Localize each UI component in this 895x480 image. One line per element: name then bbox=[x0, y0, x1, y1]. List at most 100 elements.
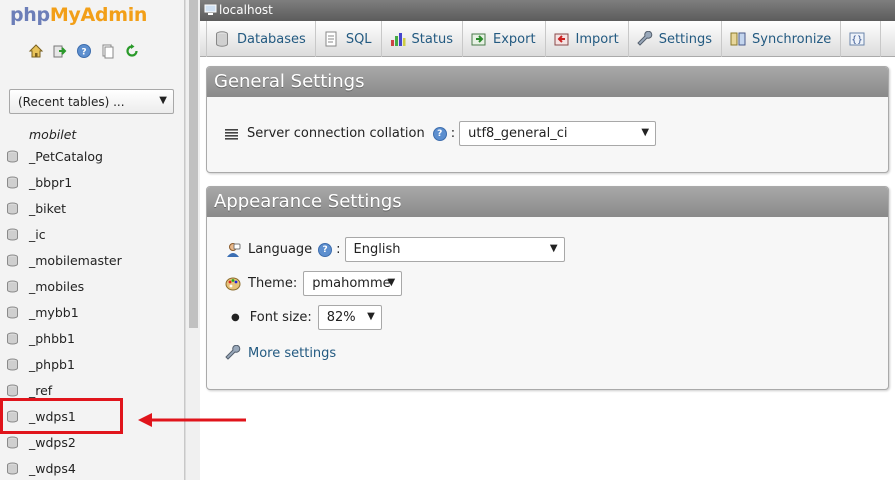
annotation-arrow bbox=[138, 413, 246, 427]
chevron-down-icon: ▼ bbox=[387, 277, 396, 288]
font-size-select[interactable]: 82% ▼ bbox=[317, 305, 382, 330]
chevron-down-icon: ▼ bbox=[367, 311, 375, 322]
chevron-down-icon: ▼ bbox=[549, 243, 558, 254]
tab-databases[interactable]: Databases bbox=[206, 21, 316, 57]
database-item[interactable]: _bbpr1 bbox=[0, 169, 180, 195]
database-icon[interactable] bbox=[6, 436, 19, 449]
breadcrumb: localhost bbox=[200, 0, 895, 21]
database-item[interactable]: _phpb1 bbox=[0, 351, 180, 377]
navigation-panel: phpMyAdmin ? (Recent tables) ... ▼ mobil… bbox=[0, 0, 185, 480]
export-icon bbox=[471, 31, 487, 47]
database-name[interactable]: _phpb1 bbox=[29, 357, 75, 372]
appearance-settings-title: Appearance Settings bbox=[207, 187, 888, 217]
theme-select[interactable]: pmahomme ▼ bbox=[303, 271, 403, 296]
scroll-thumb[interactable] bbox=[189, 0, 198, 328]
main-tabs: Databases SQL Status Export Import Settings Sy… bbox=[200, 21, 895, 57]
font-size-label: Font size: bbox=[249, 310, 312, 325]
database-name[interactable]: _mobiles bbox=[29, 279, 84, 294]
database-item[interactable]: _phbb1 bbox=[0, 325, 180, 351]
database-icon[interactable] bbox=[6, 228, 19, 241]
database-name[interactable]: _bbpr1 bbox=[29, 175, 72, 190]
general-settings-panel: General Settings Server connection colla… bbox=[206, 66, 889, 173]
database-icon[interactable] bbox=[6, 150, 19, 163]
database-icon[interactable] bbox=[6, 176, 19, 189]
database-item[interactable]: _ic bbox=[0, 221, 180, 247]
database-item[interactable]: _PetCatalog bbox=[0, 143, 180, 169]
help-icon[interactable]: ? bbox=[432, 126, 447, 141]
collation-label: Server connection collation bbox=[247, 126, 425, 141]
database-icon[interactable] bbox=[6, 280, 19, 293]
svg-text:?: ? bbox=[81, 48, 86, 58]
database-icon[interactable] bbox=[6, 462, 19, 475]
database-name[interactable]: _mybb1 bbox=[29, 305, 79, 320]
sql-icon bbox=[324, 31, 340, 47]
database-name[interactable]: _wdps1 bbox=[29, 409, 76, 424]
database-name[interactable]: _ic bbox=[29, 227, 46, 242]
sync-icon bbox=[730, 31, 746, 47]
chevron-down-icon: ▼ bbox=[641, 127, 650, 138]
database-item[interactable]: _mobilemaster bbox=[0, 247, 180, 273]
variables-icon: {} bbox=[849, 31, 865, 47]
list-icon bbox=[225, 128, 238, 140]
database-name[interactable]: _phbb1 bbox=[29, 331, 75, 346]
palette-icon bbox=[225, 276, 241, 292]
home-icon[interactable] bbox=[28, 43, 44, 59]
database-item[interactable]: _mobiles bbox=[0, 273, 180, 299]
database-name[interactable]: _ref bbox=[29, 383, 52, 398]
database-item[interactable]: _wdps4 bbox=[0, 455, 180, 480]
quick-links: ? bbox=[28, 43, 140, 59]
tab-settings[interactable]: Settings bbox=[629, 21, 723, 57]
server-link[interactable]: localhost bbox=[219, 3, 273, 17]
phpmyadmin-logo[interactable]: phpMyAdmin bbox=[10, 4, 147, 26]
database-item[interactable]: _wdps2 bbox=[0, 429, 180, 455]
database-name[interactable]: _biket bbox=[29, 201, 66, 216]
database-name[interactable]: _PetCatalog bbox=[29, 149, 103, 164]
nav-scrollbar[interactable] bbox=[185, 0, 200, 480]
recent-tables-select[interactable]: (Recent tables) ... ▼ bbox=[9, 89, 174, 114]
database-item[interactable]: _ref bbox=[0, 377, 180, 403]
database-icon[interactable] bbox=[6, 254, 19, 267]
database-icon bbox=[215, 31, 231, 47]
language-select[interactable]: English ▼ bbox=[344, 237, 565, 262]
exit-icon[interactable] bbox=[52, 43, 68, 59]
database-item[interactable]: _biket bbox=[0, 195, 180, 221]
database-icon[interactable] bbox=[6, 384, 19, 397]
docs-icon[interactable] bbox=[100, 43, 116, 59]
tab-synchronize[interactable]: Synchronize bbox=[722, 21, 842, 57]
collation-select[interactable]: utf8_general_ci ▼ bbox=[459, 121, 657, 146]
bullet-icon: ● bbox=[231, 312, 240, 323]
database-icon[interactable] bbox=[6, 306, 19, 319]
tab-sql[interactable]: SQL bbox=[316, 21, 382, 57]
theme-label: Theme: bbox=[248, 276, 298, 291]
database-icon[interactable] bbox=[6, 202, 19, 215]
wrench-icon bbox=[225, 345, 241, 361]
language-icon bbox=[225, 242, 241, 258]
tab-status[interactable]: Status bbox=[382, 21, 463, 57]
database-item[interactable]: _mybb1 bbox=[0, 299, 180, 325]
wrench-icon bbox=[636, 31, 653, 47]
import-icon bbox=[554, 31, 570, 47]
tab-import[interactable]: Import bbox=[546, 21, 629, 57]
more-settings-link[interactable]: More settings bbox=[248, 346, 336, 361]
label-colon: : bbox=[336, 242, 341, 257]
tab-more[interactable]: {} bbox=[841, 21, 882, 57]
database-icon[interactable] bbox=[6, 332, 19, 345]
database-icon[interactable] bbox=[6, 410, 19, 423]
help-icon[interactable]: ? bbox=[318, 242, 333, 257]
label-colon: : bbox=[450, 126, 456, 141]
database-name[interactable]: _wdps4 bbox=[29, 461, 76, 476]
help-icon[interactable]: ? bbox=[76, 43, 92, 59]
server-icon bbox=[204, 4, 217, 19]
general-settings-title: General Settings bbox=[207, 67, 888, 97]
chevron-down-icon: ▼ bbox=[159, 95, 167, 106]
appearance-settings-panel: Appearance Settings Language ? : English… bbox=[206, 186, 889, 390]
reload-icon[interactable] bbox=[124, 43, 140, 59]
database-name[interactable]: _wdps2 bbox=[29, 435, 76, 450]
svg-text:{}: {} bbox=[852, 36, 863, 46]
tab-export[interactable]: Export bbox=[463, 21, 546, 57]
database-group-header[interactable]: mobilet bbox=[29, 127, 76, 142]
database-name[interactable]: _mobilemaster bbox=[29, 253, 122, 268]
status-icon bbox=[390, 31, 406, 47]
language-label: Language bbox=[248, 242, 313, 257]
database-icon[interactable] bbox=[6, 358, 19, 371]
